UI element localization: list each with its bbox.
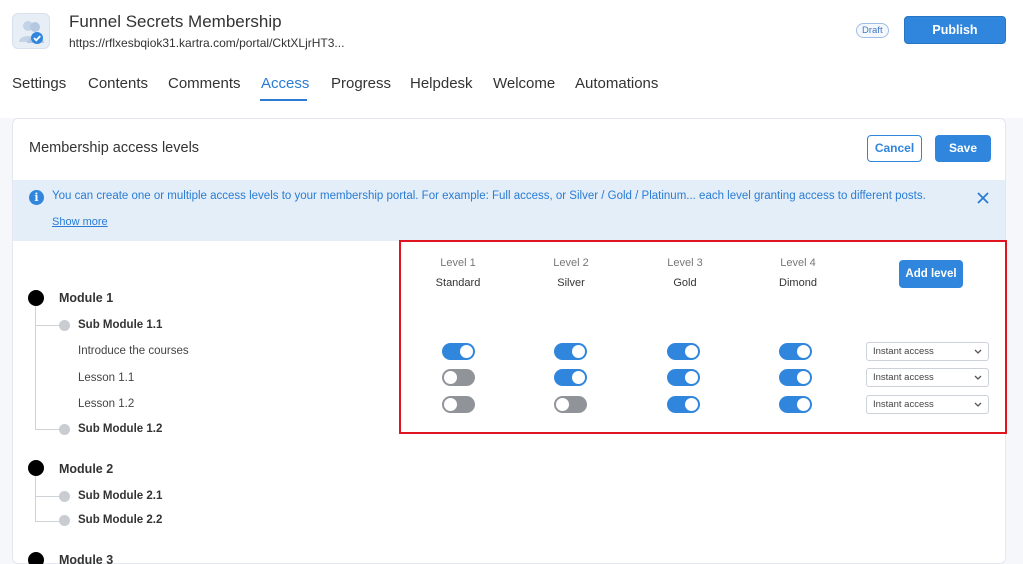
lesson-label[interactable]: Introduce the courses [78, 345, 189, 357]
card-title: Membership access levels [29, 140, 200, 156]
tab-automations[interactable]: Automations [575, 75, 658, 92]
tab-comments[interactable]: Comments [168, 75, 241, 92]
cancel-button[interactable]: Cancel [867, 135, 922, 162]
submodule-label[interactable]: Sub Module 1.2 [78, 423, 162, 435]
highlight-frame [399, 240, 1007, 434]
tab-helpdesk[interactable]: Helpdesk [410, 75, 473, 92]
tree-branch [36, 429, 60, 430]
save-button[interactable]: Save [935, 135, 991, 162]
top-bar: Funnel Secrets Membership https://rflxes… [0, 0, 1023, 118]
submodule-label[interactable]: Sub Module 2.2 [78, 514, 162, 526]
tab-welcome[interactable]: Welcome [493, 75, 555, 92]
lesson-label[interactable]: Lesson 1.1 [78, 372, 134, 384]
show-more-link[interactable]: Show more [52, 216, 108, 228]
portal-url[interactable]: https://rflxesbqiok31.kartra.com/portal/… [69, 36, 344, 50]
module-dot [28, 460, 44, 476]
submodule-dot [59, 491, 70, 502]
submodule-dot [59, 424, 70, 435]
module-label[interactable]: Module 1 [59, 291, 113, 305]
active-tab-indicator [260, 99, 307, 101]
tree-branch [36, 325, 60, 326]
module-dot [28, 290, 44, 306]
tab-access[interactable]: Access [261, 75, 309, 92]
module-label[interactable]: Module 2 [59, 462, 113, 476]
close-icon[interactable] [975, 190, 991, 206]
lesson-label[interactable]: Lesson 1.2 [78, 398, 134, 410]
tree-line [35, 476, 36, 522]
submodule-label[interactable]: Sub Module 2.1 [78, 490, 162, 502]
membership-icon [12, 13, 50, 49]
submodule-label[interactable]: Sub Module 1.1 [78, 319, 162, 331]
tree-branch [36, 496, 60, 497]
tab-progress[interactable]: Progress [331, 75, 391, 92]
info-icon: i [29, 190, 44, 205]
info-text: You can create one or multiple access le… [52, 190, 926, 202]
tab-contents[interactable]: Contents [88, 75, 148, 92]
module-label[interactable]: Module 3 [59, 553, 113, 564]
submodule-dot [59, 515, 70, 526]
publish-button[interactable]: Publish [904, 16, 1006, 44]
app-title: Funnel Secrets Membership [69, 12, 282, 31]
status-badge: Draft [856, 23, 889, 38]
module-dot [28, 552, 44, 564]
tree-branch [36, 521, 60, 522]
tab-settings[interactable]: Settings [12, 75, 66, 92]
submodule-dot [59, 320, 70, 331]
info-banner: i You can create one or multiple access … [13, 180, 1005, 241]
